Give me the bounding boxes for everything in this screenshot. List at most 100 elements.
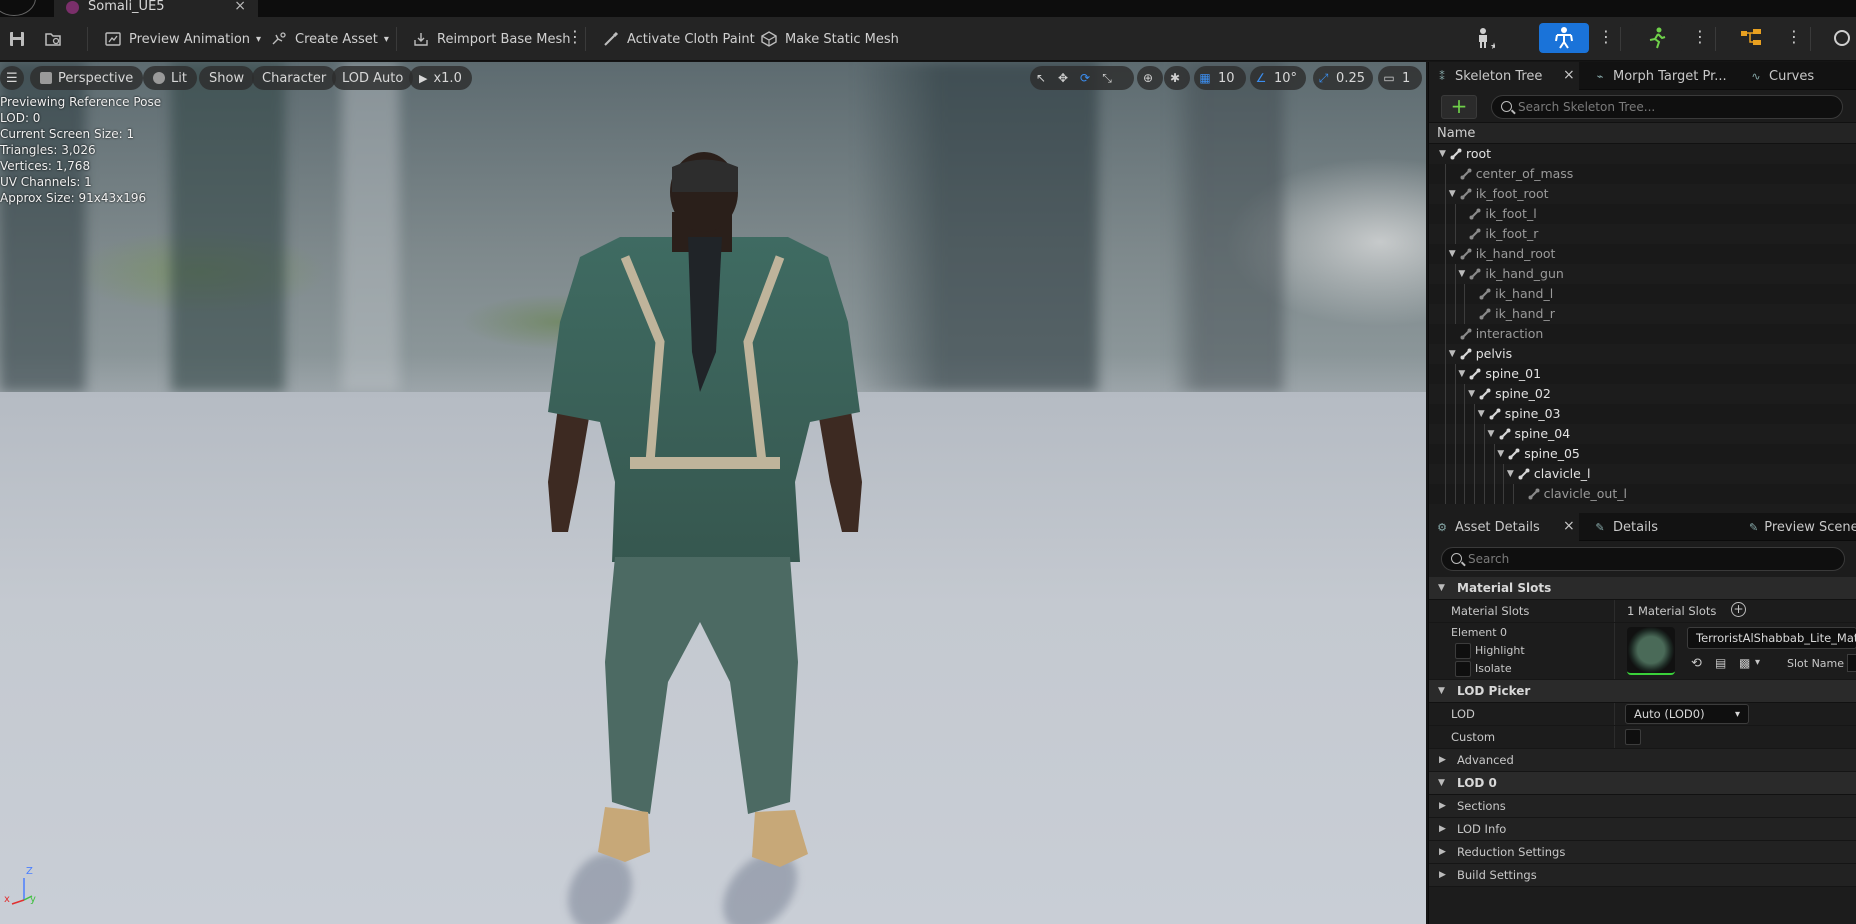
tree-column-header[interactable]: Name bbox=[1429, 122, 1856, 144]
show-button[interactable]: Show bbox=[199, 66, 255, 90]
build-settings-row[interactable]: ▶ Build Settings bbox=[1429, 864, 1856, 887]
bone-row[interactable]: ik_foot_l bbox=[1429, 204, 1856, 224]
material-picker[interactable]: TerroristAlShabbab_Lite_Mat_Inst bbox=[1687, 627, 1856, 649]
blueprint-mode-button[interactable] bbox=[1726, 23, 1776, 53]
grid-snap-button[interactable]: ▦ 10 bbox=[1194, 66, 1246, 90]
scale-snap-button[interactable]: ⤢ 0.25 bbox=[1313, 66, 1373, 90]
chevron-down-icon[interactable]: ▾ bbox=[1755, 657, 1760, 668]
expand-arrow-icon[interactable]: ▼ bbox=[1439, 144, 1446, 164]
details-search-input[interactable]: Search bbox=[1441, 547, 1845, 571]
reset-arrow-icon[interactable]: ⟲ bbox=[1691, 656, 1702, 671]
bone-row[interactable]: ▼ ik_hand_gun bbox=[1429, 264, 1856, 284]
add-slot-icon[interactable]: + bbox=[1731, 602, 1746, 617]
isolate-checkbox[interactable] bbox=[1455, 661, 1471, 677]
expand-arrow-icon[interactable]: ▼ bbox=[1468, 384, 1475, 404]
preview-animation-button[interactable]: Preview Animation ▾ bbox=[104, 25, 261, 53]
checker-icon[interactable]: ▩ bbox=[1739, 656, 1750, 670]
expand-arrow-icon[interactable]: ▼ bbox=[1488, 424, 1495, 444]
expand-arrow-icon[interactable]: ▼ bbox=[1507, 464, 1514, 484]
bone-row[interactable]: ▼ pelvis bbox=[1429, 344, 1856, 364]
mesh-mode-options-icon[interactable]: ⋮ bbox=[1598, 29, 1614, 45]
engine-logo-icon[interactable] bbox=[0, 0, 36, 16]
advanced-row[interactable]: ▶ Advanced bbox=[1429, 749, 1856, 772]
slot-name-input[interactable] bbox=[1847, 654, 1856, 672]
custom-checkbox[interactable] bbox=[1625, 729, 1641, 745]
expand-arrow-icon[interactable]: ▼ bbox=[1449, 344, 1456, 364]
lod0-section[interactable]: ▼ LOD 0 bbox=[1429, 772, 1856, 795]
scale-icon[interactable]: ⤡ bbox=[1096, 66, 1118, 90]
expand-arrow-icon[interactable]: ▼ bbox=[1458, 264, 1465, 284]
running-man-icon bbox=[1649, 27, 1666, 49]
surface-snap-icon: ✱ bbox=[1169, 71, 1181, 85]
blueprint-mode-options-icon[interactable]: ⋮ bbox=[1786, 29, 1802, 45]
expand-arrow-icon[interactable]: ▼ bbox=[1497, 444, 1504, 464]
tab-morph-target[interactable]: ⌁ Morph Target Pr... bbox=[1593, 62, 1753, 90]
playback-speed-button[interactable]: ▶ x1.0 bbox=[409, 66, 472, 90]
rotation-snap-button[interactable]: ∠ 10° bbox=[1250, 66, 1306, 90]
bone-row[interactable]: ▼ spine_04 bbox=[1429, 424, 1856, 444]
mesh-mode-button[interactable] bbox=[1539, 23, 1589, 53]
bone-row[interactable]: ▼ root bbox=[1429, 144, 1856, 164]
tab-skeleton-tree[interactable]: ⁑ Skeleton Tree × bbox=[1429, 62, 1579, 90]
rotate-icon[interactable]: ⟳ bbox=[1074, 66, 1096, 90]
create-asset-button[interactable]: Create Asset ▾ bbox=[270, 25, 389, 53]
expand-arrow-icon[interactable]: ▼ bbox=[1458, 364, 1465, 384]
add-socket-button[interactable]: + bbox=[1441, 95, 1477, 119]
bone-row[interactable]: ik_hand_r bbox=[1429, 304, 1856, 324]
expand-arrow-icon[interactable]: ▼ bbox=[1478, 404, 1485, 424]
skeleton-search-input[interactable]: Search Skeleton Tree... bbox=[1491, 95, 1843, 119]
tab-preview-scene[interactable]: ✎ Preview Scene bbox=[1749, 513, 1856, 541]
camera-speed-button[interactable]: ▭ 1 bbox=[1378, 66, 1422, 90]
browse-button[interactable] bbox=[44, 25, 69, 53]
tab-details[interactable]: ✎ Details bbox=[1593, 513, 1713, 541]
reimport-base-mesh-button[interactable]: Reimport Base Mesh bbox=[412, 25, 571, 53]
asset-tab[interactable]: Somali_UE5 × bbox=[54, 0, 258, 17]
animation-mode-options-icon[interactable]: ⋮ bbox=[1692, 29, 1708, 45]
browse-folder-icon[interactable]: ▤ bbox=[1715, 656, 1726, 670]
expand-arrow-icon[interactable]: ▼ bbox=[1449, 244, 1456, 264]
material-thumbnail[interactable] bbox=[1627, 627, 1675, 675]
make-static-mesh-button[interactable]: Make Static Mesh bbox=[760, 25, 899, 53]
material-slots-section[interactable]: ▼ Material Slots bbox=[1429, 577, 1856, 600]
bone-row[interactable]: ik_hand_l bbox=[1429, 284, 1856, 304]
close-tab-icon[interactable]: × bbox=[234, 0, 246, 14]
bone-row[interactable]: interaction bbox=[1429, 324, 1856, 344]
save-button[interactable] bbox=[8, 25, 33, 53]
viewport-menu-button[interactable]: ☰ bbox=[0, 66, 24, 90]
lit-button[interactable]: Lit bbox=[143, 66, 197, 90]
bone-row[interactable]: ▼ spine_03 bbox=[1429, 404, 1856, 424]
bone-row[interactable]: ▼ spine_02 bbox=[1429, 384, 1856, 404]
tab-asset-details[interactable]: ⚙ Asset Details × bbox=[1429, 513, 1579, 541]
physics-mode-button[interactable] bbox=[1822, 23, 1856, 53]
lod-info-row[interactable]: ▶ LOD Info bbox=[1429, 818, 1856, 841]
select-icon[interactable]: ↖ bbox=[1030, 66, 1052, 90]
bone-row[interactable]: ▼ clavicle_l bbox=[1429, 464, 1856, 484]
bone-row[interactable]: center_of_mass bbox=[1429, 164, 1856, 184]
expand-arrow-icon[interactable]: ▼ bbox=[1449, 184, 1456, 204]
skeleton-mode-button[interactable]: ★ bbox=[1458, 23, 1508, 53]
preview-viewport[interactable]: ☰ Perspective Lit Show Character LOD Aut… bbox=[0, 62, 1426, 924]
reimport-options-icon[interactable]: ⋮ bbox=[567, 29, 583, 45]
close-tab-icon[interactable]: × bbox=[1563, 518, 1575, 534]
bone-row[interactable]: ▼ ik_hand_root bbox=[1429, 244, 1856, 264]
tab-curves[interactable]: ∿ Curves bbox=[1749, 62, 1849, 90]
bone-row[interactable]: ▼ spine_05 bbox=[1429, 444, 1856, 464]
animation-mode-button[interactable] bbox=[1632, 23, 1682, 53]
lod-dropdown[interactable]: Auto (LOD0) ▾ bbox=[1625, 704, 1749, 724]
character-button[interactable]: Character bbox=[252, 66, 337, 90]
activate-cloth-paint-button[interactable]: Activate Cloth Paint bbox=[602, 25, 755, 53]
bone-row[interactable]: clavicle_out_l bbox=[1429, 484, 1856, 504]
sections-row[interactable]: ▶ Sections bbox=[1429, 795, 1856, 818]
lod-picker-section[interactable]: ▼ LOD Picker bbox=[1429, 680, 1856, 703]
bone-row[interactable]: ik_foot_r bbox=[1429, 224, 1856, 244]
surface-snap-button[interactable]: ✱ bbox=[1164, 66, 1190, 90]
coord-space-button[interactable]: ⊕ bbox=[1137, 66, 1163, 90]
bone-row[interactable]: ▼ ik_foot_root bbox=[1429, 184, 1856, 204]
bone-row[interactable]: ▼ spine_01 bbox=[1429, 364, 1856, 384]
highlight-checkbox[interactable] bbox=[1455, 643, 1471, 659]
lod-auto-button[interactable]: LOD Auto bbox=[332, 66, 414, 90]
close-tab-icon[interactable]: × bbox=[1563, 67, 1575, 83]
move-icon[interactable]: ✥ bbox=[1052, 66, 1074, 90]
perspective-button[interactable]: Perspective bbox=[30, 66, 144, 90]
reduction-settings-row[interactable]: ▶ Reduction Settings bbox=[1429, 841, 1856, 864]
